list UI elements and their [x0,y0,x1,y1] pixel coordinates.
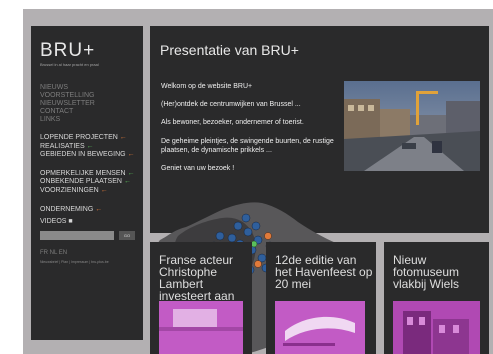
map-pin-icon[interactable] [215,231,225,241]
news-card[interactable]: 12de editie van het Havenfeest op 20 mei [266,242,376,354]
news-card-image [275,301,365,354]
page: BRU+ Brussel in al haar pracht en praal … [0,0,493,354]
news-card-thumbnail [393,301,480,354]
news-card-title: 12de editie van het Havenfeest op 20 mei [275,253,373,291]
news-card-title: Nieuw fotomuseum vlakbij Wiels [393,253,460,291]
map-pin-icon[interactable] [233,221,243,231]
map-pin-icon[interactable] [254,260,262,268]
news-card-image [393,301,480,354]
map-pin-icon[interactable] [264,232,272,240]
news-card-thumbnail [159,301,243,354]
map-pin-icon[interactable] [227,233,237,243]
news-card[interactable]: Franse acteur Christophe Lambert investe… [150,242,252,354]
news-card-image [159,301,243,354]
news-card[interactable]: Nieuw fotomuseum vlakbij Wiels [384,242,489,354]
map-pin-icon[interactable] [251,221,261,231]
news-card-thumbnail [275,301,365,354]
map-pin-icon[interactable] [243,227,253,237]
map-pin-icon[interactable] [241,213,251,223]
